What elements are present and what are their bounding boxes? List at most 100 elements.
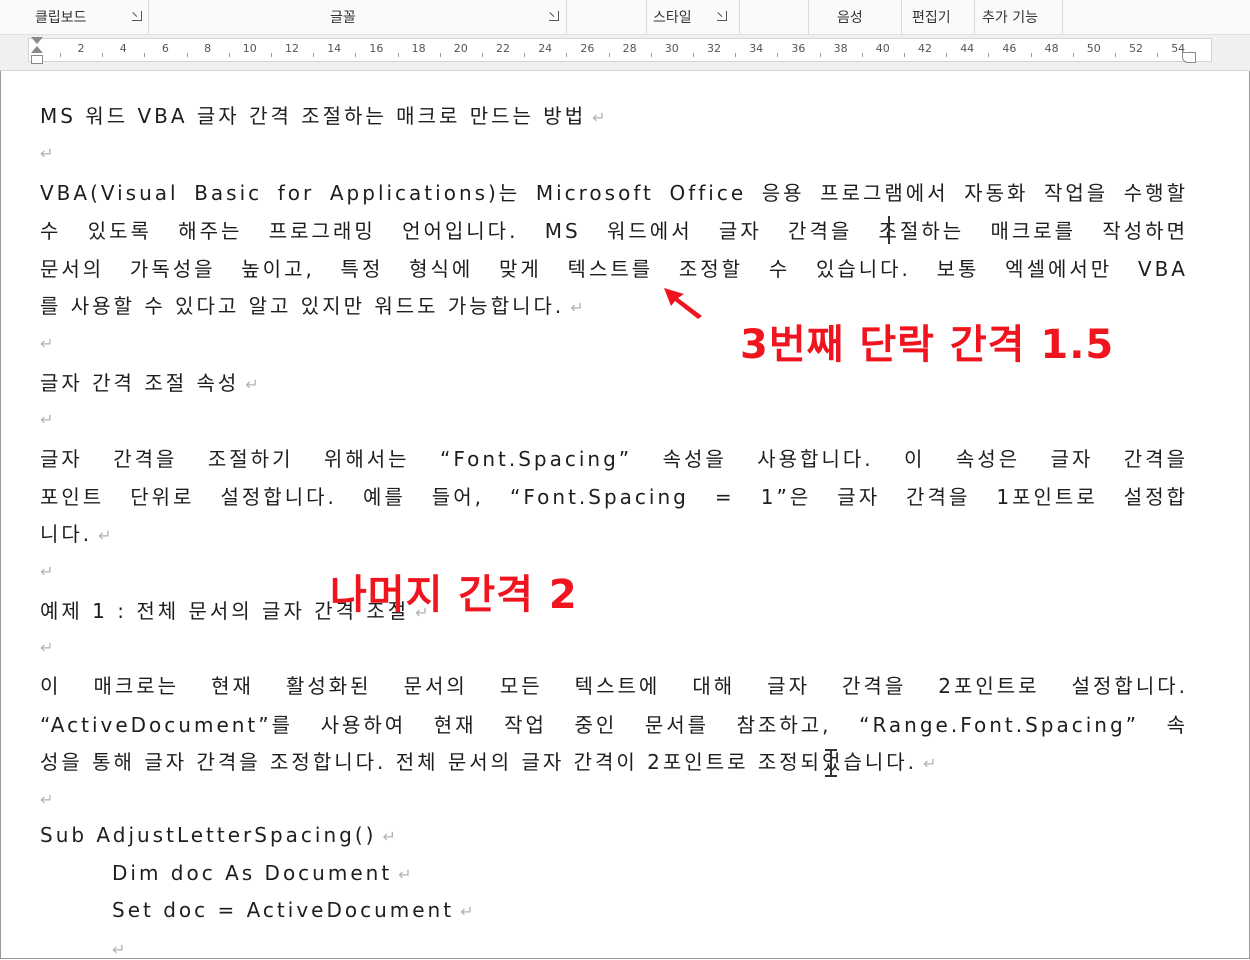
clipboard-launcher-icon[interactable] — [132, 11, 142, 21]
code-line: Set doc = ActiveDocument ↵ — [112, 898, 473, 922]
right-indent-marker[interactable] — [1182, 52, 1196, 63]
annotation-line-spacing-2: 나머지 간격 2 — [330, 572, 578, 618]
ruler-number: 16 — [369, 42, 384, 55]
ruler-tick — [1072, 53, 1074, 57]
paragraph-mark: ↵ — [923, 754, 937, 773]
paragraph-line-last: 성을 통해 글자 간격을 조정합니다. 전체 문서의 글자 간격이 2포인트로 … — [40, 746, 936, 775]
paragraph-mark: ↵ — [460, 902, 474, 921]
ruler-tick — [144, 53, 146, 57]
ribbon-label-styles: 스타일 — [653, 10, 692, 26]
ribbon-group-bar: 클립보드 글꼴 스타일 음성 편집기 추가 기능 — [0, 0, 1250, 35]
paragraph-mark: ↵ — [592, 108, 606, 127]
paragraph-mark: ↵ — [382, 827, 396, 846]
paragraph-line: 수 있도록 해주는 프로그래밍 언어입니다. MS 워드에서 글자 간격을 조절… — [40, 219, 1188, 243]
ruler-tick — [650, 53, 652, 57]
ruler-tick — [903, 53, 905, 57]
code-line: Dim doc As Document ↵ — [112, 861, 412, 885]
paragraph-mark: ↵ — [570, 298, 584, 317]
ruler-number: 38 — [833, 42, 848, 55]
ruler-number: 32 — [707, 42, 721, 55]
paragraph-mark: ↵ — [398, 865, 412, 884]
ribbon-label-font: 글꼴 — [330, 10, 356, 26]
ruler-number: 52 — [1129, 42, 1143, 55]
ruler-tick — [566, 53, 568, 57]
first-line-indent-marker[interactable] — [31, 37, 43, 44]
ruler-number: 6 — [161, 42, 169, 55]
code-text: Dim doc As Document — [112, 861, 393, 885]
empty-paragraph: ↵ — [40, 786, 53, 810]
heading-text: 글자 간격 조절 속성 — [40, 371, 240, 395]
ruler-tick — [355, 53, 357, 57]
ruler-number: 42 — [918, 42, 932, 55]
empty-paragraph: ↵ — [40, 140, 53, 164]
ribbon-label-addins: 추가 기능 — [982, 10, 1038, 26]
empty-paragraph: ↵ — [40, 634, 53, 658]
ribbon-group-clipboard: 클립보드 — [0, 0, 149, 34]
ruler-number: 4 — [119, 42, 127, 55]
annotation-line-spacing-1-5: 3번째 단락 간격 1.5 — [740, 322, 1115, 368]
ruler-tick — [524, 53, 526, 57]
paragraph-mark: ↵ — [112, 940, 126, 959]
code-line: Sub AdjustLetterSpacing() ↵ — [40, 823, 396, 847]
empty-paragraph: ↵ — [112, 936, 125, 960]
ruler-number: 20 — [453, 42, 468, 55]
ruler-tick — [819, 53, 821, 57]
ruler-tick — [988, 53, 990, 57]
ruler-tick — [270, 53, 272, 57]
paragraph-mark: ↵ — [40, 562, 54, 581]
ruler-number: 8 — [204, 42, 212, 55]
ribbon-group-addins: 추가 기능 — [974, 0, 1063, 34]
horizontal-ruler[interactable]: 2 4 6 8 10 12 14 16 18 20 22 24 26 28 30 32 34 36 38 40 42 44… — [28, 38, 1212, 62]
paragraph-mark: ↵ — [245, 375, 259, 394]
ruler-tick — [481, 53, 483, 57]
ruler-number: 30 — [664, 42, 679, 55]
paragraph-mark: ↵ — [40, 334, 54, 353]
ruler-tick — [861, 53, 863, 57]
paragraph-line: 문서의 가독성을 높이고, 특정 형식에 맞게 텍스트를 조정할 수 있습니다.… — [40, 257, 1188, 281]
styles-launcher-icon[interactable] — [717, 11, 727, 21]
ruler-tick — [186, 53, 188, 57]
title-text: MS 워드 VBA 글자 간격 조절하는 매크로 만드는 방법 — [40, 104, 587, 128]
ruler-tick — [313, 53, 315, 57]
left-indent-marker[interactable] — [31, 55, 43, 64]
ruler-number: 28 — [622, 42, 637, 55]
ruler-tick — [439, 53, 441, 57]
ruler-tick — [608, 53, 610, 57]
paragraph-mark: ↵ — [40, 638, 54, 657]
empty-paragraph: ↵ — [40, 330, 53, 354]
paragraph-line: 포인트 단위로 설정합니다. 예를 들어, “Font.Spacing = 1”… — [40, 485, 1188, 509]
ruler-number: 36 — [791, 42, 806, 55]
paragraph-line: 글자 간격을 조절하기 위해서는 “Font.Spacing” 속성을 사용합니… — [40, 447, 1188, 471]
font-launcher-icon[interactable] — [549, 11, 559, 21]
code-text: Set doc = ActiveDocument — [112, 898, 455, 922]
ruler-tick — [59, 53, 61, 57]
ruler-number: 34 — [749, 42, 764, 55]
section-heading: 글자 간격 조절 속성 ↵ — [40, 367, 259, 396]
ribbon-group-voice: 음성 — [808, 0, 902, 34]
paragraph-line: VBA(Visual Basic for Applications)는 Micr… — [40, 181, 1188, 205]
ruler-tick — [777, 53, 779, 57]
ruler-number: 40 — [875, 42, 890, 55]
ruler-number: 18 — [411, 42, 426, 55]
ribbon-group-styles: 스타일 — [646, 0, 740, 34]
ribbon-label-editor: 편집기 — [912, 10, 951, 26]
ruler-tick — [735, 53, 737, 57]
paragraph-line-last: 를 사용할 수 있다고 알고 있지만 워드도 가능합니다. ↵ — [40, 290, 584, 319]
ruler-number: 46 — [1002, 42, 1017, 55]
paragraph-line: 이 매크로는 현재 활성화된 문서의 모든 텍스트에 대해 글자 간격을 2포인… — [40, 674, 1188, 698]
paragraph-line-last: 니다. ↵ — [40, 518, 112, 547]
hanging-indent-marker[interactable] — [31, 46, 43, 53]
paragraph-mark: ↵ — [40, 410, 54, 429]
ruler-number: 48 — [1044, 42, 1059, 55]
paragraph-mark: ↵ — [40, 790, 54, 809]
ruler-tick — [228, 53, 230, 57]
ruler-number: 24 — [538, 42, 553, 55]
paragraph-line: “ActiveDocument”를 사용하여 현재 작업 중인 문서를 참조하고… — [40, 713, 1188, 737]
empty-paragraph: ↵ — [40, 406, 53, 430]
ruler-number: 12 — [285, 42, 299, 55]
ruler-tick — [1157, 53, 1159, 57]
ribbon-group-font: 글꼴 — [148, 0, 567, 34]
ruler-tick — [397, 53, 399, 57]
code-text: Sub AdjustLetterSpacing() — [40, 823, 377, 847]
ribbon-label-voice: 음성 — [837, 10, 863, 26]
